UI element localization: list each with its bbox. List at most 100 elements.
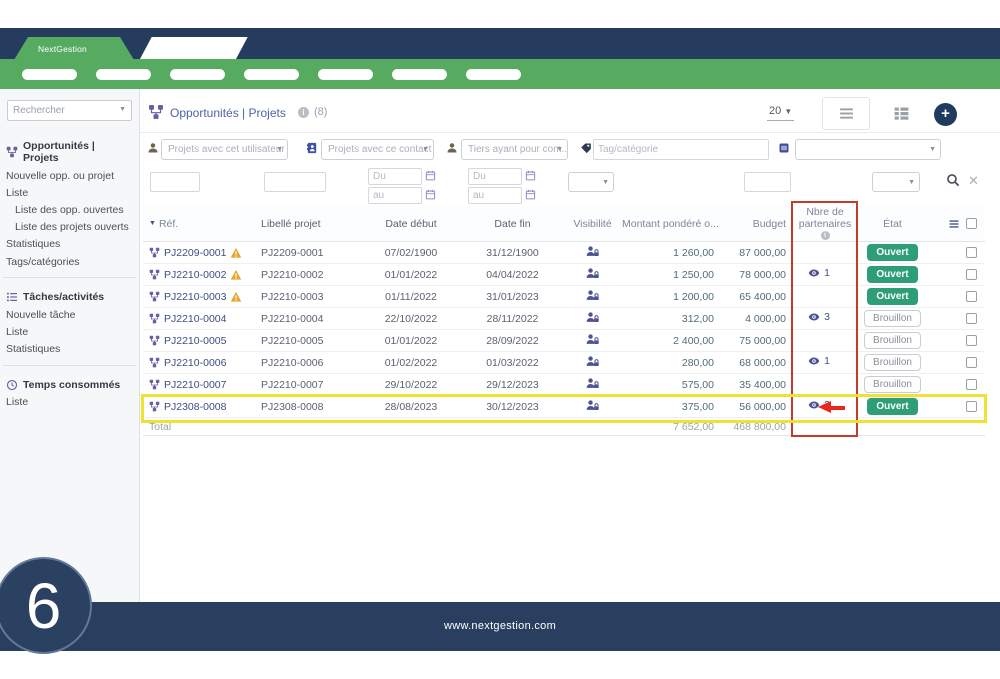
- total-budget: 468 800,00: [718, 421, 790, 433]
- list-view-button[interactable]: [822, 97, 870, 130]
- menu-item-pill[interactable]: [244, 69, 299, 80]
- filter-state-select[interactable]: ▼: [872, 172, 920, 192]
- filter-visibility-select[interactable]: ▼: [568, 172, 614, 192]
- visibility-icon: [586, 311, 599, 324]
- row-checkbox[interactable]: [966, 401, 977, 412]
- sidebar-item[interactable]: Statistiques: [0, 341, 139, 358]
- menu-item-pill[interactable]: [22, 69, 77, 80]
- sidebar-item[interactable]: Tags/catégories: [0, 253, 139, 270]
- search-input[interactable]: [8, 101, 131, 120]
- clear-filters-icon[interactable]: ✕: [968, 174, 979, 187]
- filter-user-select[interactable]: Projets avec cet utilisateur ...▼: [161, 139, 288, 160]
- filter-extra-select[interactable]: ▼: [795, 139, 941, 160]
- section-icon: [6, 379, 18, 391]
- project-ref-link[interactable]: PJ2209-0001: [164, 247, 226, 259]
- col-visibility[interactable]: Visibilité: [563, 218, 622, 230]
- filter-budget-input[interactable]: [744, 172, 791, 192]
- budget-amount: 65 400,00: [718, 291, 790, 303]
- col-partners[interactable]: Nbre de partenaires i: [790, 207, 860, 240]
- secondary-tab-shape[interactable]: [140, 37, 248, 59]
- search-icon[interactable]: [946, 173, 960, 187]
- menu-item-pill[interactable]: [96, 69, 151, 80]
- filter-start-to-input[interactable]: [368, 187, 422, 204]
- project-ref-link[interactable]: PJ2210-0005: [164, 335, 226, 347]
- select-all-checkbox[interactable]: [966, 218, 977, 229]
- row-checkbox[interactable]: [966, 247, 977, 258]
- grid-icon: [893, 105, 910, 122]
- calendar-icon[interactable]: [425, 170, 436, 181]
- sidebar-item[interactable]: Nouvelle tâche: [0, 306, 139, 323]
- date-start: 01/11/2022: [360, 291, 462, 303]
- row-checkbox[interactable]: [966, 313, 977, 324]
- row-checkbox[interactable]: [966, 379, 977, 390]
- columns-icon[interactable]: [948, 218, 960, 230]
- sidebar-search[interactable]: ▼: [7, 100, 132, 121]
- col-label[interactable]: Libellé projet: [261, 218, 360, 230]
- calendar-icon[interactable]: [525, 189, 536, 200]
- sidebar-item[interactable]: Liste: [0, 184, 139, 201]
- project-ref-link[interactable]: PJ2210-0002: [164, 269, 226, 281]
- sort-icon: ▼: [149, 220, 156, 227]
- calendar-icon[interactable]: [525, 170, 536, 181]
- filter-ref-input[interactable]: [150, 172, 200, 192]
- add-record-button[interactable]: +: [934, 103, 957, 126]
- sidebar-subitem[interactable]: Liste des opp. ouvertes: [0, 201, 139, 218]
- project-icon: [149, 269, 160, 280]
- budget-amount: 56 000,00: [718, 401, 790, 413]
- sidebar-item[interactable]: Statistiques: [0, 236, 139, 253]
- filter-start-from-input[interactable]: [368, 168, 422, 185]
- project-ref-link[interactable]: PJ2210-0006: [164, 357, 226, 369]
- row-checkbox[interactable]: [966, 269, 977, 280]
- sidebar-section-header[interactable]: Opportunités | Projets: [0, 134, 139, 167]
- filter-contact-select[interactable]: Projets avec ce contact ...▼: [321, 139, 434, 160]
- filter-tag-input[interactable]: [593, 139, 769, 160]
- menu-item-pill[interactable]: [170, 69, 225, 80]
- grid-view-button[interactable]: [877, 97, 925, 130]
- col-start[interactable]: Date début: [360, 218, 462, 230]
- filter-end-to-input[interactable]: [468, 187, 522, 204]
- project-ref-link[interactable]: PJ2210-0007: [164, 379, 226, 391]
- brand-tab[interactable]: NextGestion: [14, 37, 134, 60]
- col-ref[interactable]: ▼Réf.: [143, 218, 261, 230]
- filter-label-input[interactable]: [264, 172, 326, 192]
- thirdparty-icon: [446, 142, 458, 154]
- chevron-down-icon: ▼: [119, 106, 126, 113]
- menu-item-pill[interactable]: [392, 69, 447, 80]
- sidebar-item[interactable]: Nouvelle opp. ou projet: [0, 167, 139, 184]
- visibility-icon: [586, 289, 599, 302]
- project-ref-link[interactable]: PJ2210-0004: [164, 313, 226, 325]
- row-checkbox[interactable]: [966, 357, 977, 368]
- project-icon: [148, 104, 164, 120]
- col-end[interactable]: Date fin: [462, 218, 563, 230]
- sidebar-item[interactable]: Liste: [0, 323, 139, 340]
- filter-thirdparty-select[interactable]: Tiers ayant pour com...▼: [461, 139, 568, 160]
- row-checkbox[interactable]: [966, 291, 977, 302]
- filter-end-from-input[interactable]: [468, 168, 522, 185]
- project-ref-link[interactable]: PJ2210-0003: [164, 291, 226, 303]
- sidebar-section-header[interactable]: Temps consommés: [0, 373, 139, 394]
- sidebar-subitem[interactable]: Liste des projets ouverts: [0, 219, 139, 236]
- info-icon[interactable]: i: [821, 231, 830, 240]
- table-row: PJ2210-0007 PJ2210-0007 29/10/2022 29/12…: [143, 374, 985, 396]
- date-start: 01/01/2022: [360, 335, 462, 347]
- menu-item-pill[interactable]: [466, 69, 521, 80]
- project-icon: [149, 313, 160, 324]
- col-budget[interactable]: Budget: [718, 218, 790, 230]
- sidebar-section-label: Opportunités | Projets: [23, 140, 133, 164]
- calendar-icon[interactable]: [425, 189, 436, 200]
- main-menubar: [0, 59, 1000, 89]
- warning-icon: [230, 269, 242, 281]
- app-body: ▼ Opportunités | Projets Nouvelle opp. o…: [0, 89, 1000, 602]
- page-size-select[interactable]: 20 ▼: [767, 105, 794, 121]
- row-checkbox[interactable]: [966, 335, 977, 346]
- sidebar-section-header[interactable]: Tâches/activités: [0, 285, 139, 306]
- info-icon[interactable]: i: [298, 107, 309, 118]
- budget-amount: 78 000,00: [718, 269, 790, 281]
- col-amount[interactable]: Montant pondéré o...: [622, 218, 718, 230]
- menu-item-pill[interactable]: [318, 69, 373, 80]
- project-ref-link[interactable]: PJ2308-0008: [164, 401, 226, 413]
- col-state[interactable]: État: [860, 218, 925, 230]
- date-start: 28/08/2023: [360, 401, 462, 413]
- weighted-amount: 312,00: [622, 313, 718, 325]
- sidebar-item[interactable]: Liste: [0, 394, 139, 411]
